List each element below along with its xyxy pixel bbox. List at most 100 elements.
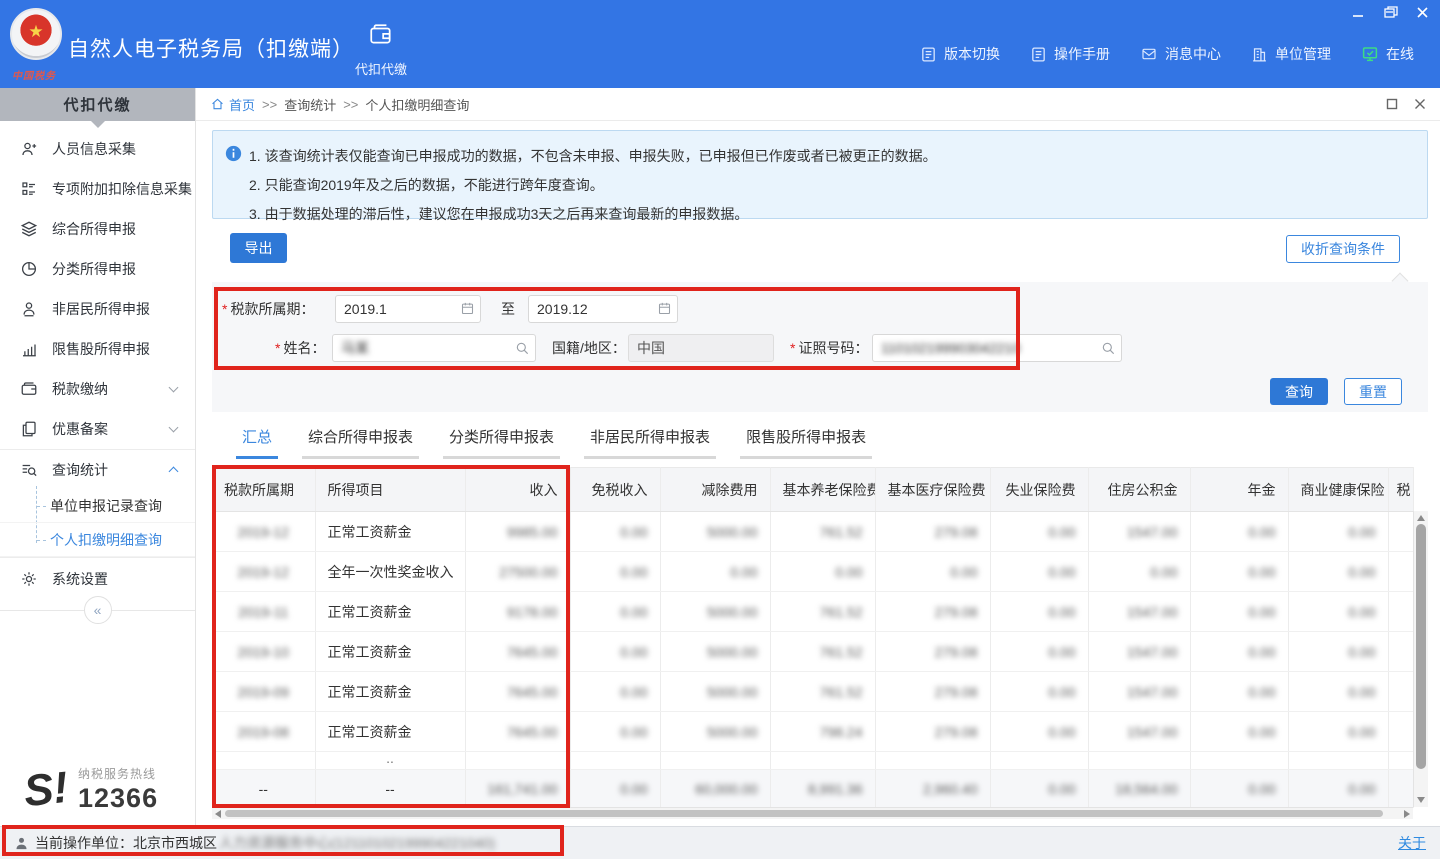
table-cell: 1547.00 xyxy=(1088,712,1190,752)
sidebar-item-query-statistics[interactable]: 查询统计 xyxy=(0,449,195,489)
person-icon xyxy=(20,300,40,318)
table-row[interactable]: 2019-09 正常工资薪金 7645.00 0.00 5000.00 761.… xyxy=(212,672,1413,712)
table-row[interactable]: 2019-12 全年一次性奖金收入 27500.00 0.00 0.00 0.0… xyxy=(212,552,1413,592)
table-cell xyxy=(1288,752,1388,770)
table-cell: 正常工资薪金 xyxy=(315,672,465,712)
search-icon[interactable] xyxy=(514,340,530,356)
logo-text: 中国税务 xyxy=(12,67,56,82)
copy-icon xyxy=(20,420,40,438)
calendar-icon[interactable] xyxy=(460,301,475,316)
sidebar-item-comprehensive-income[interactable]: 综合所得申报 xyxy=(0,209,195,249)
sidebar-item-nonresident-income[interactable]: 非居民所得申报 xyxy=(0,289,195,329)
tab-classified-income[interactable]: 分类所得申报表 xyxy=(443,422,560,459)
id-number-input[interactable]: 110102199903042210 xyxy=(872,334,1122,362)
table-cell: 正常工资薪金 xyxy=(315,592,465,632)
collapse-sidebar-icon[interactable]: « xyxy=(84,596,112,624)
about-link[interactable]: 关于 xyxy=(1398,833,1426,853)
horizontal-scrollbar-thumb[interactable] xyxy=(225,810,1383,817)
wallet-icon xyxy=(367,22,395,48)
name-input[interactable]: 马某 xyxy=(332,334,536,362)
scroll-left-arrow-icon[interactable] xyxy=(215,810,221,818)
result-tabs: 汇总 综合所得申报表 分类所得申报表 非居民所得申报表 限售股所得申报表 xyxy=(236,422,872,459)
menu-item-online-status[interactable]: 在线 xyxy=(1361,44,1414,64)
id-number-label: *证照号码： xyxy=(790,334,868,362)
table-cell xyxy=(1388,712,1413,752)
breadcrumb-item-current-page: 个人扣缴明细查询 xyxy=(365,95,469,114)
sidebar-item-special-deduction[interactable]: 专项附加扣除信息采集 xyxy=(0,169,195,209)
restore-button[interactable] xyxy=(1382,5,1398,19)
horizontal-scrollbar[interactable] xyxy=(212,807,1413,819)
summary-cell: 18,564.00 xyxy=(1088,770,1190,808)
table-cell xyxy=(660,752,770,770)
menu-item-message-center[interactable]: 消息中心 xyxy=(1140,44,1221,64)
table-cell: 正常工资薪金 xyxy=(315,512,465,552)
breadcrumb-item-query-statistics[interactable]: 查询统计 xyxy=(284,95,336,114)
menu-item-manual[interactable]: 操作手册 xyxy=(1030,44,1110,64)
hotline-label: 纳税服务热线 xyxy=(78,767,156,781)
result-table-area: 税款所属期所得项目收入免税收入减除费用基本养老保险费基本医疗保险费失业保险费住房… xyxy=(212,467,1428,819)
table-cell: 2019-10 xyxy=(212,632,315,672)
scroll-up-arrow-icon[interactable] xyxy=(1417,515,1425,521)
scroll-down-arrow-icon[interactable] xyxy=(1417,797,1425,803)
table-row[interactable]: 2019-11 正常工资薪金 9178.00 0.00 5000.00 761.… xyxy=(212,592,1413,632)
table-cell: 5000.00 xyxy=(660,712,770,752)
sidebar-item-system-settings[interactable]: 系统设置 xyxy=(0,559,195,599)
nationality-value: 中国 xyxy=(637,340,665,356)
menu-item-version-switch[interactable]: 版本切换 xyxy=(920,44,1000,64)
hotline-number: 12366 xyxy=(78,783,158,813)
collapse-query-button[interactable]: 收折查询条件 xyxy=(1286,235,1400,263)
search-icon[interactable] xyxy=(1100,340,1116,356)
nav-tab-withholding[interactable]: 代扣代缴 xyxy=(352,22,410,78)
app-window: ★ 中国税务 自然人电子税务局（扣缴端） 代扣代缴 版本切换 操作手册 消息中心 xyxy=(0,0,1440,859)
period-from-input[interactable]: 2019.1 xyxy=(335,295,481,323)
sidebar-subitem-personal-withholding-query[interactable]: 个人扣缴明细查询 xyxy=(0,523,195,557)
menu-item-label: 操作手册 xyxy=(1054,44,1110,64)
table-cell: 1547.00 xyxy=(1088,512,1190,552)
table-header-cell: 收入 xyxy=(465,468,570,512)
required-mark: * xyxy=(790,340,795,356)
sidebar-item-personnel-info[interactable]: 人员信息采集 xyxy=(0,129,195,169)
table-cell: 761.52 xyxy=(770,512,875,552)
close-button[interactable] xyxy=(1414,5,1430,19)
table-cell: 5000.00 xyxy=(660,632,770,672)
period-to-input[interactable]: 2019.12 xyxy=(528,295,678,323)
vertical-scrollbar[interactable] xyxy=(1413,511,1428,807)
table-row[interactable]: 2019-08 正常工资薪金 7645.00 0.00 5000.00 798.… xyxy=(212,712,1413,752)
table-cell: 5000.00 xyxy=(660,512,770,552)
table-header-cell: 失业保险费 xyxy=(990,468,1088,512)
sidebar: 代扣代缴 人员信息采集 专项附加扣除信息采集 综合所得申报 分类所得申报 非居民… xyxy=(0,88,196,826)
search-button[interactable]: 查询 xyxy=(1270,378,1328,405)
scroll-right-arrow-icon[interactable] xyxy=(1404,810,1410,818)
sidebar-item-tax-payment[interactable]: 税款缴纳 xyxy=(0,369,195,409)
reset-button[interactable]: 重置 xyxy=(1344,378,1402,405)
calendar-icon[interactable] xyxy=(657,301,672,316)
table-cell: 0.00 xyxy=(990,512,1088,552)
period-label: *税款所属期： xyxy=(222,295,314,323)
tab-restricted-shares[interactable]: 限售股所得申报表 xyxy=(740,422,872,459)
export-button[interactable]: 导出 xyxy=(230,233,287,263)
sidebar-subitem-unit-declaration-query[interactable]: 单位申报记录查询 xyxy=(0,489,195,523)
query-row-person: *姓名： 马某 国籍/地区： 中国 *证照号码： 110102199903042… xyxy=(212,334,1428,362)
table-cell: 0.00 xyxy=(990,592,1088,632)
tab-summary[interactable]: 汇总 xyxy=(236,422,278,459)
period-from-value: 2019.1 xyxy=(344,301,387,317)
menu-item-unit-management[interactable]: 单位管理 xyxy=(1251,44,1331,64)
building-icon xyxy=(1251,46,1268,63)
sidebar-item-classified-income[interactable]: 分类所得申报 xyxy=(0,249,195,289)
vertical-scrollbar-thumb[interactable] xyxy=(1416,524,1426,769)
maximize-panel-icon[interactable] xyxy=(1386,98,1398,110)
table-cell: 9178.00 xyxy=(465,592,570,632)
query-actions: 查询 重置 xyxy=(1270,378,1402,405)
breadcrumb-home[interactable]: 首页 xyxy=(210,95,255,114)
summary-cell: 2,960.40 xyxy=(875,770,990,808)
close-panel-icon[interactable] xyxy=(1414,98,1426,110)
sidebar-item-preferential-filing[interactable]: 优惠备案 xyxy=(0,409,195,449)
sidebar-item-restricted-shares[interactable]: 限售股所得申报 xyxy=(0,329,195,369)
table-row[interactable]: 2019-10 正常工资薪金 7645.00 0.00 5000.00 761.… xyxy=(212,632,1413,672)
tab-comprehensive-income[interactable]: 综合所得申报表 xyxy=(302,422,419,459)
id-number-value: 110102199903042210 xyxy=(881,340,1020,356)
table-row[interactable]: 2019-12 正常工资薪金 9985.00 0.00 5000.00 761.… xyxy=(212,512,1413,552)
tax-emblem-icon: ★ xyxy=(10,8,62,60)
minimize-button[interactable] xyxy=(1350,5,1366,19)
tab-nonresident-income[interactable]: 非居民所得申报表 xyxy=(584,422,716,459)
